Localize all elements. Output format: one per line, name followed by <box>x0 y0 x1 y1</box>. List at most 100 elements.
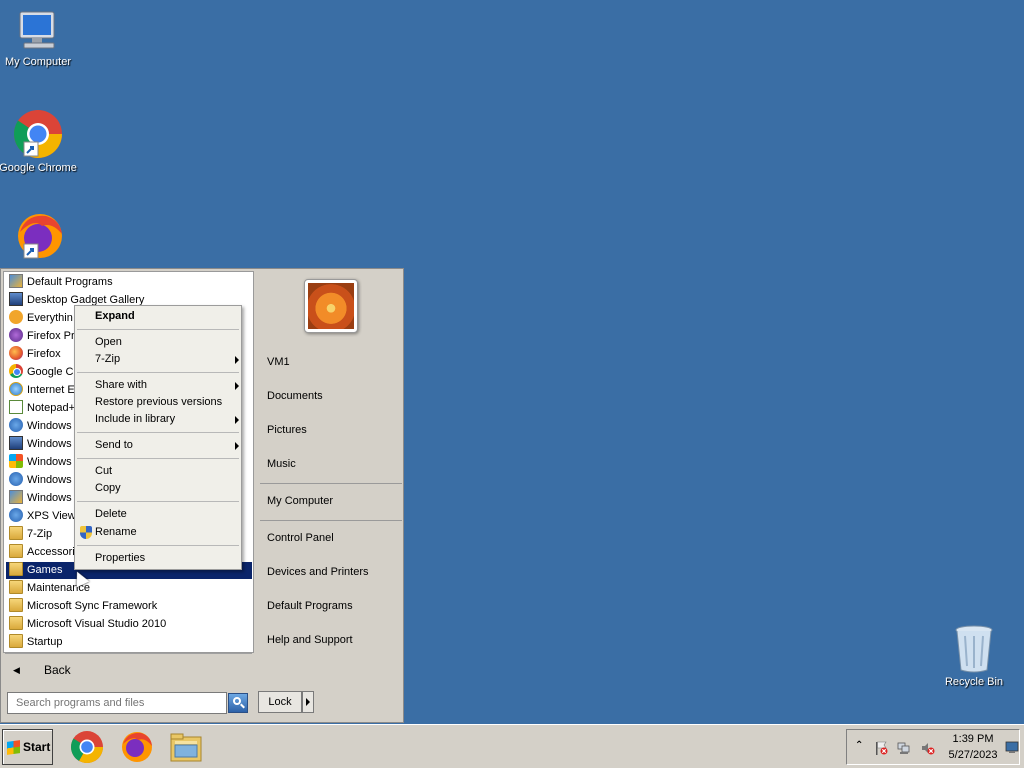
desktop-icon-label: Recycle Bin <box>944 676 1004 688</box>
program-label: Firefox Pr <box>27 330 75 342</box>
taskbar-file-explorer-icon[interactable] <box>168 729 204 765</box>
clock-time[interactable]: 1:39 PM <box>947 733 999 745</box>
volume-muted-icon[interactable] <box>921 741 935 755</box>
program-label: Windows <box>27 474 72 486</box>
menu-item-include-in-library[interactable]: Include in library <box>95 411 239 428</box>
notification-area: ⌃ 1:39 PM 5/27/2023 <box>846 729 1020 765</box>
menu-item-delete[interactable]: Delete <box>95 506 235 523</box>
menu-item-expand[interactable]: Expand <box>95 308 235 325</box>
user-avatar[interactable] <box>304 279 358 333</box>
windows-icon <box>9 472 23 486</box>
show-hidden-icons-button[interactable]: ⌃ <box>855 740 869 754</box>
program-label: Microsoft Sync Framework <box>27 600 158 612</box>
notepad-plus-icon <box>9 400 23 414</box>
program-label: Everythin <box>27 312 73 324</box>
action-center-flag-icon[interactable] <box>874 741 888 755</box>
context-menu: Expand Open 7-Zip Share with Restore pre… <box>74 305 242 570</box>
program-label: Default Programs <box>27 276 113 288</box>
program-label: 7-Zip <box>27 528 53 540</box>
program-label: Firefox <box>27 348 61 360</box>
right-item-default-programs[interactable]: Default Programs <box>267 598 353 615</box>
windows-icon <box>9 454 23 468</box>
submenu-arrow-icon <box>235 382 239 390</box>
back-arrow-icon: ◀ <box>13 665 20 675</box>
folder-icon <box>9 580 23 594</box>
back-label: Back <box>44 663 71 677</box>
right-item-documents[interactable]: Documents <box>267 388 323 405</box>
start-button[interactable]: Start <box>2 729 53 765</box>
divider <box>260 483 402 484</box>
desktop-icon-recycle-bin[interactable]: Recycle Bin <box>934 624 1014 688</box>
lock-button[interactable]: Lock <box>258 691 302 713</box>
firefox-profile-icon <box>9 328 23 342</box>
desktop-icon-google-chrome[interactable]: Google Chrome <box>0 108 78 174</box>
menu-item-properties[interactable]: Properties <box>95 550 235 567</box>
back-button[interactable]: ◀ Back <box>3 655 254 685</box>
program-label: Windows <box>27 438 72 450</box>
menu-item-send-to[interactable]: Send to <box>95 437 239 454</box>
right-item-control-panel[interactable]: Control Panel <box>267 530 334 547</box>
menu-item-cut[interactable]: Cut <box>95 463 235 480</box>
desktop-icon-firefox[interactable] <box>0 210 78 262</box>
divider <box>260 520 402 521</box>
right-item-devices-printers[interactable]: Devices and Printers <box>267 564 369 581</box>
lock-options-button[interactable] <box>302 691 314 713</box>
folder-icon <box>9 598 23 612</box>
show-desktop-icon[interactable] <box>1005 740 1019 754</box>
folder-icon <box>9 634 23 648</box>
recycle-bin-icon <box>955 625 993 673</box>
program-label: Notepad+ <box>27 402 76 414</box>
shield-icon <box>80 526 92 539</box>
program-folder-startup[interactable]: Startup <box>6 634 252 651</box>
menu-item-copy[interactable]: Copy <box>95 480 235 497</box>
divider <box>77 329 239 330</box>
search-button[interactable] <box>228 693 248 713</box>
desktop-icon-my-computer[interactable]: My Computer <box>0 8 78 68</box>
menu-item-label: Include in library <box>95 413 176 425</box>
program-label: Windows <box>27 492 72 504</box>
program-folder-microsoft-sync-framework[interactable]: Microsoft Sync Framework <box>6 598 252 615</box>
program-label: Internet E <box>27 384 75 396</box>
divider <box>77 501 239 502</box>
internet-explorer-icon <box>9 382 23 396</box>
folder-icon <box>9 562 23 576</box>
divider <box>77 545 239 546</box>
menu-item-open[interactable]: Open <box>95 334 235 351</box>
menu-item-restore-previous-versions[interactable]: Restore previous versions <box>95 394 235 411</box>
menu-item-share-with[interactable]: Share with <box>95 377 239 394</box>
network-icon[interactable] <box>897 741 911 755</box>
divider <box>77 432 239 433</box>
menu-item-label: Send to <box>95 439 133 451</box>
chrome-icon <box>13 110 63 159</box>
chrome-icon <box>9 364 23 378</box>
xps-viewer-icon <box>9 508 23 522</box>
search-input[interactable] <box>7 692 227 714</box>
windows-logo-icon <box>7 740 20 755</box>
program-item-default-programs[interactable]: Default Programs <box>6 274 252 291</box>
divider <box>5 653 252 654</box>
folder-icon <box>9 544 23 558</box>
program-folder-maintenance[interactable]: Maintenance <box>6 580 252 597</box>
desktop-icon-label: Google Chrome <box>0 162 77 174</box>
program-label: Accessori <box>27 546 75 558</box>
taskbar-firefox-icon[interactable] <box>118 729 154 765</box>
right-item-help-support[interactable]: Help and Support <box>267 632 353 649</box>
menu-item-label: Share with <box>95 379 147 391</box>
default-programs-icon <box>9 274 23 288</box>
program-folder-visual-studio-2010[interactable]: Microsoft Visual Studio 2010 <box>6 616 252 633</box>
taskbar-chrome-icon[interactable] <box>69 729 105 765</box>
right-item-music[interactable]: Music <box>267 456 296 473</box>
menu-item-7zip[interactable]: 7-Zip <box>95 351 239 368</box>
right-item-user[interactable]: VM1 <box>267 354 290 371</box>
program-label: Windows <box>27 456 72 468</box>
desktop-icon-label: My Computer <box>4 56 72 68</box>
clock-date[interactable]: 5/27/2023 <box>945 749 1001 761</box>
gadget-icon <box>9 292 23 306</box>
right-item-pictures[interactable]: Pictures <box>267 422 307 439</box>
folder-icon <box>9 616 23 630</box>
start-label: Start <box>23 740 51 754</box>
submenu-arrow-icon <box>235 416 239 424</box>
right-item-my-computer[interactable]: My Computer <box>267 493 333 510</box>
program-label: Windows <box>27 420 72 432</box>
menu-item-rename[interactable]: Rename <box>95 524 235 541</box>
